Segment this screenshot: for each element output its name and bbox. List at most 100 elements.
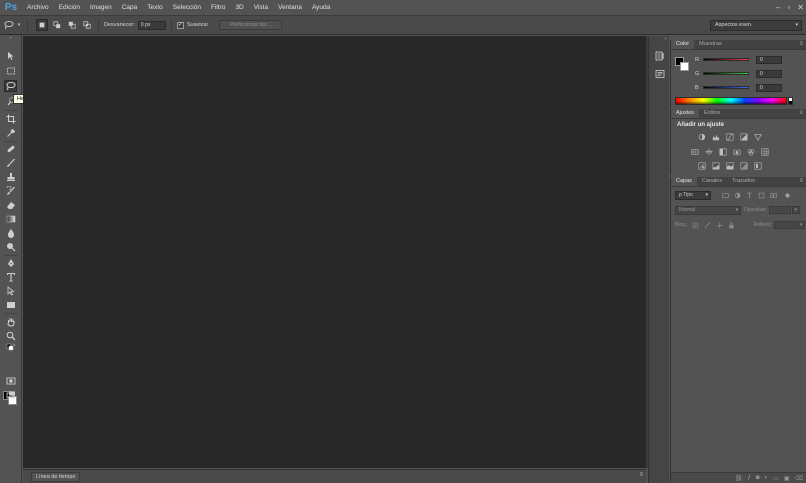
new-adjustment-icon[interactable]: ◐ bbox=[765, 475, 769, 481]
gradient-tool-icon[interactable] bbox=[4, 213, 17, 225]
rectangle-tool-icon[interactable] bbox=[4, 299, 17, 311]
hue-saturation-icon[interactable] bbox=[690, 147, 699, 156]
link-layers-icon[interactable]: ⛓ bbox=[735, 475, 743, 482]
curves-icon[interactable] bbox=[725, 132, 734, 141]
filter-toggle-icon[interactable] bbox=[783, 191, 792, 200]
new-selection-icon[interactable] bbox=[36, 19, 48, 31]
adjustment-filter-icon[interactable] bbox=[733, 191, 742, 200]
pen-tool-icon[interactable] bbox=[4, 257, 17, 269]
history-panel-icon[interactable] bbox=[653, 49, 666, 62]
brush-tool-icon[interactable] bbox=[4, 157, 17, 169]
dodge-tool-icon[interactable] bbox=[4, 241, 17, 253]
close-button[interactable]: ✕ bbox=[797, 3, 804, 12]
path-selection-tool-icon[interactable] bbox=[4, 285, 17, 297]
new-layer-icon[interactable]: ▣ bbox=[784, 475, 790, 482]
subtract-selection-icon[interactable] bbox=[66, 19, 78, 31]
document-canvas[interactable] bbox=[23, 36, 646, 468]
color-background-swatch[interactable] bbox=[680, 62, 689, 71]
quick-mask-icon[interactable] bbox=[4, 375, 17, 387]
new-group-icon[interactable]: ▭ bbox=[773, 475, 779, 482]
lock-position-icon[interactable] bbox=[715, 221, 724, 230]
type-tool-icon[interactable] bbox=[4, 271, 17, 283]
type-filter-icon[interactable] bbox=[745, 191, 754, 200]
green-value-input[interactable]: 0 bbox=[756, 69, 782, 78]
threshold-icon[interactable] bbox=[725, 161, 734, 170]
layer-filter-select[interactable]: ρ Tipo ▾ bbox=[675, 190, 711, 200]
tab-swatches[interactable]: Muestras bbox=[694, 40, 727, 49]
lock-all-icon[interactable] bbox=[727, 221, 736, 230]
minimize-button[interactable]: – bbox=[776, 3, 780, 12]
menu-imagen[interactable]: Imagen bbox=[85, 0, 117, 15]
menu-edicion[interactable]: Edición bbox=[54, 0, 85, 15]
brightness-contrast-icon[interactable] bbox=[697, 132, 706, 141]
color-balance-icon[interactable] bbox=[704, 147, 713, 156]
intersect-selection-icon[interactable] bbox=[81, 19, 93, 31]
lock-pixels-icon[interactable] bbox=[703, 221, 712, 230]
gradient-map-icon[interactable] bbox=[739, 161, 748, 170]
blend-mode-select[interactable]: Normal ▾ bbox=[675, 205, 741, 215]
move-tool-icon[interactable] bbox=[4, 50, 17, 62]
eyedropper-tool-icon[interactable] bbox=[4, 127, 17, 139]
collapse-grip-icon[interactable]: » bbox=[0, 35, 21, 41]
lasso-tool-icon[interactable] bbox=[4, 80, 17, 92]
eraser-tool-icon[interactable] bbox=[4, 199, 17, 211]
timeline-tab[interactable]: Línea de tiempo bbox=[31, 472, 81, 482]
menu-archivo[interactable]: Archivo bbox=[22, 0, 54, 15]
crop-tool-icon[interactable] bbox=[4, 113, 17, 125]
smart-object-filter-icon[interactable] bbox=[769, 191, 778, 200]
red-slider[interactable] bbox=[703, 58, 749, 61]
menu-vista[interactable]: Vista bbox=[249, 0, 273, 15]
levels-icon[interactable] bbox=[711, 132, 720, 141]
panel-menu-icon[interactable]: ≡ bbox=[799, 177, 803, 186]
default-colors-icon[interactable] bbox=[4, 343, 17, 352]
panel-menu-icon[interactable]: ≡ bbox=[799, 109, 803, 118]
menu-ayuda[interactable]: Ayuda bbox=[307, 0, 335, 15]
history-brush-tool-icon[interactable] bbox=[4, 185, 17, 197]
screen-mode-icon[interactable] bbox=[4, 389, 17, 401]
menu-filtro[interactable]: Filtro bbox=[206, 0, 230, 15]
timeline-menu-icon[interactable]: ≡ bbox=[639, 472, 643, 478]
fill-dropdown[interactable]: ▾ bbox=[797, 221, 806, 229]
add-mask-icon[interactable]: ◙ bbox=[756, 475, 760, 481]
delete-layer-icon[interactable]: ⌫ bbox=[795, 475, 803, 482]
tab-styles[interactable]: Estilos bbox=[699, 109, 725, 118]
maximize-button[interactable]: ▫ bbox=[787, 3, 790, 12]
panel-menu-icon[interactable]: ≡ bbox=[799, 40, 803, 49]
properties-panel-icon[interactable] bbox=[653, 67, 666, 80]
tab-channels[interactable]: Canales bbox=[697, 177, 727, 186]
zoom-tool-icon[interactable] bbox=[4, 330, 17, 342]
photo-filter-icon[interactable] bbox=[732, 147, 741, 156]
exposure-icon[interactable] bbox=[739, 132, 748, 141]
color-spectrum-bar[interactable] bbox=[675, 97, 787, 105]
black-white-swatch[interactable] bbox=[788, 97, 793, 105]
layer-style-icon[interactable]: ƒ bbox=[748, 475, 751, 481]
black-white-icon[interactable] bbox=[718, 147, 727, 156]
workspace-select[interactable]: Aspectos esen. ▾ bbox=[710, 20, 802, 31]
antialias-checkbox[interactable]: ✓ bbox=[176, 21, 184, 29]
add-to-selection-icon[interactable] bbox=[51, 19, 63, 31]
feather-input[interactable]: 0 px bbox=[137, 20, 166, 30]
green-slider[interactable] bbox=[703, 72, 749, 75]
tab-paths[interactable]: Trazados bbox=[727, 177, 760, 186]
menu-3d[interactable]: 3D bbox=[230, 0, 248, 15]
marquee-tool-icon[interactable] bbox=[4, 65, 17, 77]
blue-slider[interactable] bbox=[703, 86, 749, 89]
color-lookup-icon[interactable] bbox=[760, 147, 769, 156]
collapse-grip-icon[interactable]: « bbox=[649, 36, 669, 42]
blue-value-input[interactable]: 0 bbox=[756, 83, 782, 92]
lock-transparency-icon[interactable] bbox=[691, 221, 700, 230]
blur-tool-icon[interactable] bbox=[4, 227, 17, 239]
hand-tool-icon[interactable] bbox=[4, 316, 17, 328]
shape-filter-icon[interactable] bbox=[757, 191, 766, 200]
vibrance-icon[interactable] bbox=[753, 132, 762, 141]
menu-ventana[interactable]: Ventana bbox=[273, 0, 307, 15]
menu-texto[interactable]: Texto bbox=[142, 0, 168, 15]
invert-icon[interactable] bbox=[697, 161, 706, 170]
tab-color[interactable]: Color bbox=[671, 40, 695, 49]
tab-layers[interactable]: Capas bbox=[671, 177, 697, 186]
posterize-icon[interactable] bbox=[711, 161, 720, 170]
clone-stamp-tool-icon[interactable] bbox=[4, 171, 17, 183]
refine-edge-button[interactable]: Perfeccionar bor... bbox=[219, 20, 282, 30]
channel-mixer-icon[interactable] bbox=[746, 147, 755, 156]
chevron-down-icon[interactable]: ▾ bbox=[16, 19, 22, 31]
